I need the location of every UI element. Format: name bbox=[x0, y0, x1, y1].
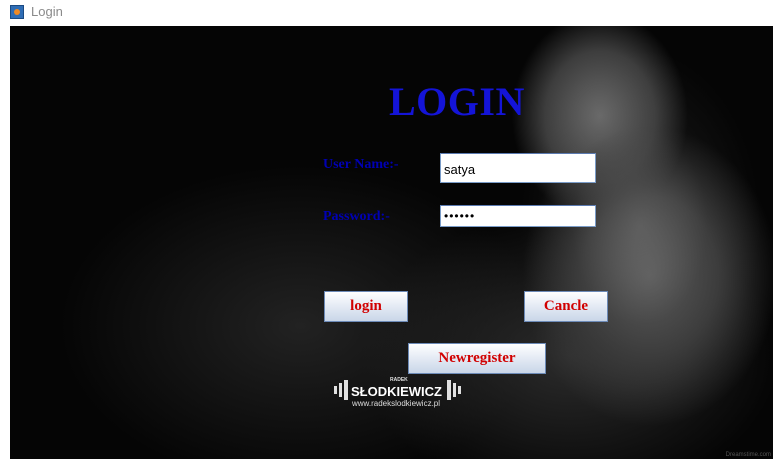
brand-small-text: RADEK bbox=[390, 377, 408, 383]
java-cup-icon bbox=[10, 5, 24, 19]
login-panel: LOGIN User Name:- satya Password:- •••••… bbox=[10, 26, 773, 459]
brand-name-text: SŁODKIEWICZ bbox=[351, 384, 442, 399]
username-label: User Name:- bbox=[323, 157, 399, 172]
window-title: Login bbox=[31, 4, 63, 19]
brand-url: www.radekslodkiewicz.pl bbox=[352, 399, 441, 408]
watermark: Dreamstime.com bbox=[725, 452, 771, 458]
newregister-button[interactable]: Newregister bbox=[408, 343, 546, 374]
login-window: Login LOGIN User Name:- satya Password:-… bbox=[0, 0, 773, 459]
password-field[interactable]: •••••• bbox=[440, 205, 596, 227]
login-heading: LOGIN bbox=[389, 79, 525, 124]
cancel-button[interactable]: Cancle bbox=[524, 291, 608, 322]
password-label: Password:- bbox=[323, 209, 390, 224]
login-button[interactable]: login bbox=[324, 291, 408, 322]
title-bar: Login bbox=[0, 0, 773, 24]
username-field[interactable]: satya bbox=[440, 153, 596, 183]
